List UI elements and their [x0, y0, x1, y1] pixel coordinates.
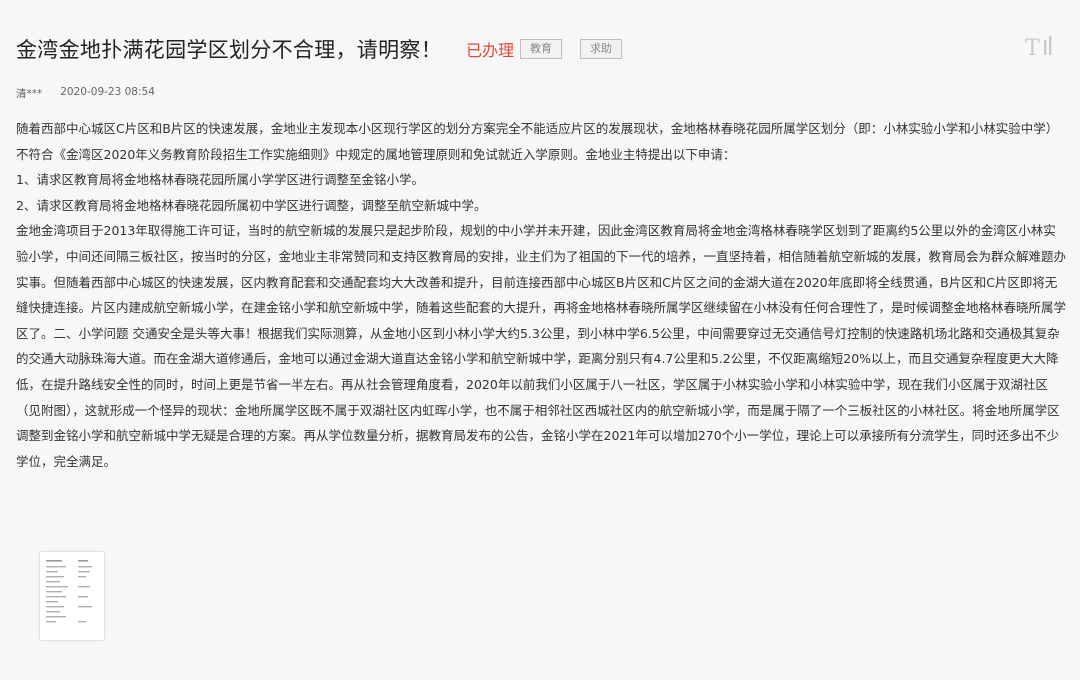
- title-row: 金湾金地扑满花园学区划分不合理，请明察！ 已办理 教育 求助: [16, 34, 623, 64]
- content-paragraph: 随着西部中心城区C片区和B片区的快速发展，金地业主发现本小区现行学区的划分方案完…: [16, 121, 1059, 162]
- author-name: 清***: [16, 88, 43, 100]
- tag-education[interactable]: 教育: [520, 39, 563, 59]
- text-size-button[interactable]: T: [1024, 34, 1054, 61]
- post-meta: 清*** 2020-09-23 08:54: [16, 86, 155, 101]
- text-size-icon: T: [1025, 36, 1052, 61]
- post-datetime: 2020-09-23 08:54: [60, 86, 155, 98]
- svg-text:T: T: [1025, 36, 1040, 60]
- content-paragraph: 1、请求区教育局将金地格林春晓花园所属小学学区进行调整至金铭小学。: [16, 172, 424, 188]
- post-page: 金湾金地扑满花园学区划分不合理，请明察！ 已办理 教育 求助 T 清*** 20…: [0, 0, 1080, 680]
- post-title: 金湾金地扑满花园学区划分不合理，请明察！: [16, 38, 442, 62]
- tag-help[interactable]: 求助: [580, 39, 623, 59]
- post-content: 随着西部中心城区C片区和B片区的快速发展，金地业主发现本小区现行学区的划分方案完…: [16, 116, 1068, 474]
- content-paragraph: 2、请求区教育局将金地格林春晓花园所属初中学区进行调整，调整至航空新城中学。: [16, 197, 487, 213]
- status-label: 已办理: [466, 41, 515, 60]
- content-paragraph: 金地金湾项目于2013年取得施工许可证，当时的航空新城的发展只是起步阶段，规划的…: [16, 223, 1067, 469]
- attachment-thumbnail[interactable]: [40, 552, 104, 640]
- document-thumbnail-icon: [40, 552, 104, 640]
